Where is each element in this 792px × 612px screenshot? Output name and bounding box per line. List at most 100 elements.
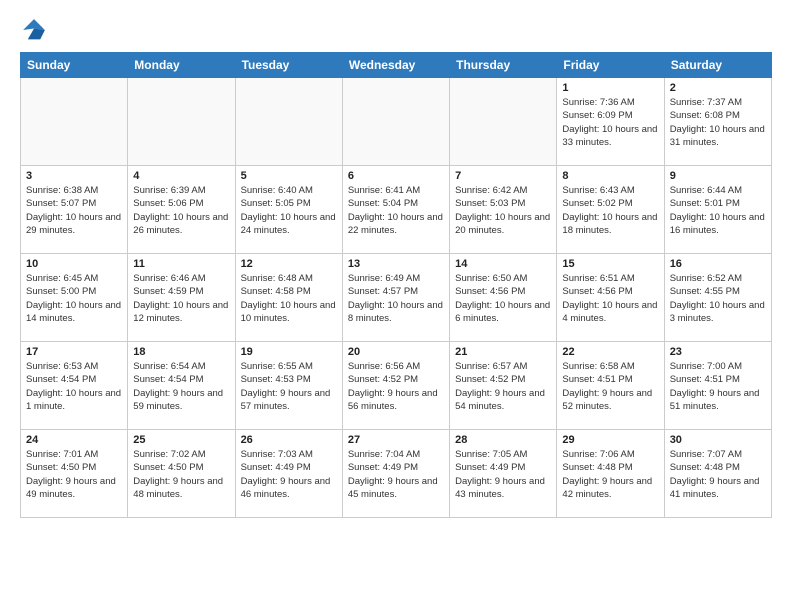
day-info: Sunrise: 7:37 AM Sunset: 6:08 PM Dayligh… — [670, 96, 766, 149]
day-info: Sunrise: 6:51 AM Sunset: 4:56 PM Dayligh… — [562, 272, 658, 325]
day-info: Sunrise: 7:07 AM Sunset: 4:48 PM Dayligh… — [670, 448, 766, 501]
day-number: 7 — [455, 170, 551, 182]
calendar-day-cell: 29 Sunrise: 7:06 AM Sunset: 4:48 PM Dayli… — [557, 430, 664, 518]
day-number: 16 — [670, 258, 766, 270]
calendar-day-cell: 23 Sunrise: 7:00 AM Sunset: 4:51 PM Dayli… — [664, 342, 771, 430]
calendar-day-cell: 25Sunrise: 7:02 AM Sunset: 4:50 PM Dayli… — [128, 430, 235, 518]
calendar-day-cell: 18 Sunrise: 6:54 AM Sunset: 4:54 PM Dayli… — [128, 342, 235, 430]
calendar-day-cell: 17 Sunrise: 6:53 AM Sunset: 4:54 PM Dayli… — [21, 342, 128, 430]
day-info: Sunrise: 7:00 AM Sunset: 4:51 PM Dayligh… — [670, 360, 766, 413]
calendar-day-cell: 10 Sunrise: 6:45 AM Sunset: 5:00 PM Dayli… — [21, 254, 128, 342]
day-info: Sunrise: 6:53 AM Sunset: 4:54 PM Dayligh… — [26, 360, 122, 413]
day-number: 29 — [562, 434, 658, 446]
day-number: 5 — [241, 170, 337, 182]
day-info: Sunrise: 7:36 AM Sunset: 6:09 PM Dayligh… — [562, 96, 658, 149]
day-info: Sunrise: 6:48 AM Sunset: 4:58 PM Dayligh… — [241, 272, 337, 325]
calendar-day-cell: 12 Sunrise: 6:48 AM Sunset: 4:58 PM Dayli… — [235, 254, 342, 342]
day-number: 22 — [562, 346, 658, 358]
day-number: 23 — [670, 346, 766, 358]
calendar-day-cell: 21Sunrise: 6:57 AM Sunset: 4:52 PM Dayli… — [450, 342, 557, 430]
day-info: Sunrise: 7:06 AM Sunset: 4:48 PM Dayligh… — [562, 448, 658, 501]
day-number: 3 — [26, 170, 122, 182]
day-number: 8 — [562, 170, 658, 182]
day-number: 9 — [670, 170, 766, 182]
calendar-day-cell: 24 Sunrise: 7:01 AM Sunset: 4:50 PM Dayli… — [21, 430, 128, 518]
day-info: Sunrise: 6:52 AM Sunset: 4:55 PM Dayligh… — [670, 272, 766, 325]
day-info: Sunrise: 6:38 AM Sunset: 5:07 PM Dayligh… — [26, 184, 122, 237]
day-number: 6 — [348, 170, 444, 182]
calendar-day-cell — [235, 78, 342, 166]
day-number: 14 — [455, 258, 551, 270]
calendar-day-cell: 1 Sunrise: 7:36 AM Sunset: 6:09 PM Daylig… — [557, 78, 664, 166]
calendar-day-cell: 4 Sunrise: 6:39 AM Sunset: 5:06 PM Daylig… — [128, 166, 235, 254]
day-number: 18 — [133, 346, 229, 358]
calendar-day-cell: 6 Sunrise: 6:41 AM Sunset: 5:04 PM Daylig… — [342, 166, 449, 254]
weekday-header: Thursday — [450, 53, 557, 78]
calendar-day-cell: 30 Sunrise: 7:07 AM Sunset: 4:48 PM Dayli… — [664, 430, 771, 518]
calendar-day-cell: 9 Sunrise: 6:44 AM Sunset: 5:01 PM Daylig… — [664, 166, 771, 254]
day-number: 10 — [26, 258, 122, 270]
calendar-day-cell: 13 Sunrise: 6:49 AM Sunset: 4:57 PM Dayli… — [342, 254, 449, 342]
day-number: 28 — [455, 434, 551, 446]
day-number: 1 — [562, 82, 658, 94]
day-info: Sunrise: 6:42 AM Sunset: 5:03 PM Dayligh… — [455, 184, 551, 237]
calendar-day-cell: 26Sunrise: 7:03 AM Sunset: 4:49 PM Dayli… — [235, 430, 342, 518]
day-info: Sunrise: 6:45 AM Sunset: 5:00 PM Dayligh… — [26, 272, 122, 325]
day-info: Sunrise: 6:46 AM Sunset: 4:59 PM Dayligh… — [133, 272, 229, 325]
calendar-day-cell — [342, 78, 449, 166]
calendar-day-cell: 22 Sunrise: 6:58 AM Sunset: 4:51 PM Dayli… — [557, 342, 664, 430]
day-info: Sunrise: 6:54 AM Sunset: 4:54 PM Dayligh… — [133, 360, 229, 413]
weekday-header: Friday — [557, 53, 664, 78]
day-number: 11 — [133, 258, 229, 270]
day-number: 30 — [670, 434, 766, 446]
calendar-day-cell: 14 Sunrise: 6:50 AM Sunset: 4:56 PM Dayli… — [450, 254, 557, 342]
day-info: Sunrise: 7:02 AM Sunset: 4:50 PM Dayligh… — [133, 448, 229, 501]
calendar-day-cell: 27Sunrise: 7:04 AM Sunset: 4:49 PM Dayli… — [342, 430, 449, 518]
day-info: Sunrise: 6:43 AM Sunset: 5:02 PM Dayligh… — [562, 184, 658, 237]
weekday-header: Tuesday — [235, 53, 342, 78]
calendar-day-cell: 20 Sunrise: 6:56 AM Sunset: 4:52 PM Dayli… — [342, 342, 449, 430]
calendar-day-cell: 11 Sunrise: 6:46 AM Sunset: 4:59 PM Dayli… — [128, 254, 235, 342]
day-number: 13 — [348, 258, 444, 270]
day-number: 15 — [562, 258, 658, 270]
day-number: 24 — [26, 434, 122, 446]
day-info: Sunrise: 6:58 AM Sunset: 4:51 PM Dayligh… — [562, 360, 658, 413]
weekday-header: Saturday — [664, 53, 771, 78]
calendar-day-cell — [128, 78, 235, 166]
calendar-day-cell: 28 Sunrise: 7:05 AM Sunset: 4:49 PM Dayli… — [450, 430, 557, 518]
day-number: 4 — [133, 170, 229, 182]
day-info: Sunrise: 7:01 AM Sunset: 4:50 PM Dayligh… — [26, 448, 122, 501]
logo — [20, 16, 52, 44]
page-header — [0, 0, 792, 52]
calendar-day-cell: 15 Sunrise: 6:51 AM Sunset: 4:56 PM Dayli… — [557, 254, 664, 342]
day-number: 17 — [26, 346, 122, 358]
calendar-header-row: SundayMondayTuesdayWednesdayThursdayFrid… — [21, 53, 772, 78]
day-number: 20 — [348, 346, 444, 358]
day-info: Sunrise: 6:55 AM Sunset: 4:53 PM Dayligh… — [241, 360, 337, 413]
day-info: Sunrise: 7:05 AM Sunset: 4:49 PM Dayligh… — [455, 448, 551, 501]
logo-icon — [20, 16, 48, 44]
day-number: 26 — [241, 434, 337, 446]
calendar-week-row: 24 Sunrise: 7:01 AM Sunset: 4:50 PM Dayli… — [21, 430, 772, 518]
day-number: 19 — [241, 346, 337, 358]
day-info: Sunrise: 6:39 AM Sunset: 5:06 PM Dayligh… — [133, 184, 229, 237]
day-number: 12 — [241, 258, 337, 270]
calendar-day-cell: 16 Sunrise: 6:52 AM Sunset: 4:55 PM Dayli… — [664, 254, 771, 342]
day-info: Sunrise: 6:50 AM Sunset: 4:56 PM Dayligh… — [455, 272, 551, 325]
day-info: Sunrise: 6:41 AM Sunset: 5:04 PM Dayligh… — [348, 184, 444, 237]
calendar-week-row: 17 Sunrise: 6:53 AM Sunset: 4:54 PM Dayli… — [21, 342, 772, 430]
day-info: Sunrise: 6:49 AM Sunset: 4:57 PM Dayligh… — [348, 272, 444, 325]
calendar-day-cell: 19 Sunrise: 6:55 AM Sunset: 4:53 PM Dayli… — [235, 342, 342, 430]
day-info: Sunrise: 7:04 AM Sunset: 4:49 PM Dayligh… — [348, 448, 444, 501]
calendar-day-cell — [450, 78, 557, 166]
day-info: Sunrise: 6:56 AM Sunset: 4:52 PM Dayligh… — [348, 360, 444, 413]
calendar-table: SundayMondayTuesdayWednesdayThursdayFrid… — [20, 52, 772, 518]
calendar-day-cell: 3 Sunrise: 6:38 AM Sunset: 5:07 PM Daylig… — [21, 166, 128, 254]
calendar-day-cell: 7 Sunrise: 6:42 AM Sunset: 5:03 PM Daylig… — [450, 166, 557, 254]
weekday-header: Monday — [128, 53, 235, 78]
day-info: Sunrise: 6:44 AM Sunset: 5:01 PM Dayligh… — [670, 184, 766, 237]
weekday-header: Wednesday — [342, 53, 449, 78]
day-info: Sunrise: 6:57 AM Sunset: 4:52 PM Dayligh… — [455, 360, 551, 413]
calendar-week-row: 10 Sunrise: 6:45 AM Sunset: 5:00 PM Dayli… — [21, 254, 772, 342]
calendar-week-row: 3 Sunrise: 6:38 AM Sunset: 5:07 PM Daylig… — [21, 166, 772, 254]
